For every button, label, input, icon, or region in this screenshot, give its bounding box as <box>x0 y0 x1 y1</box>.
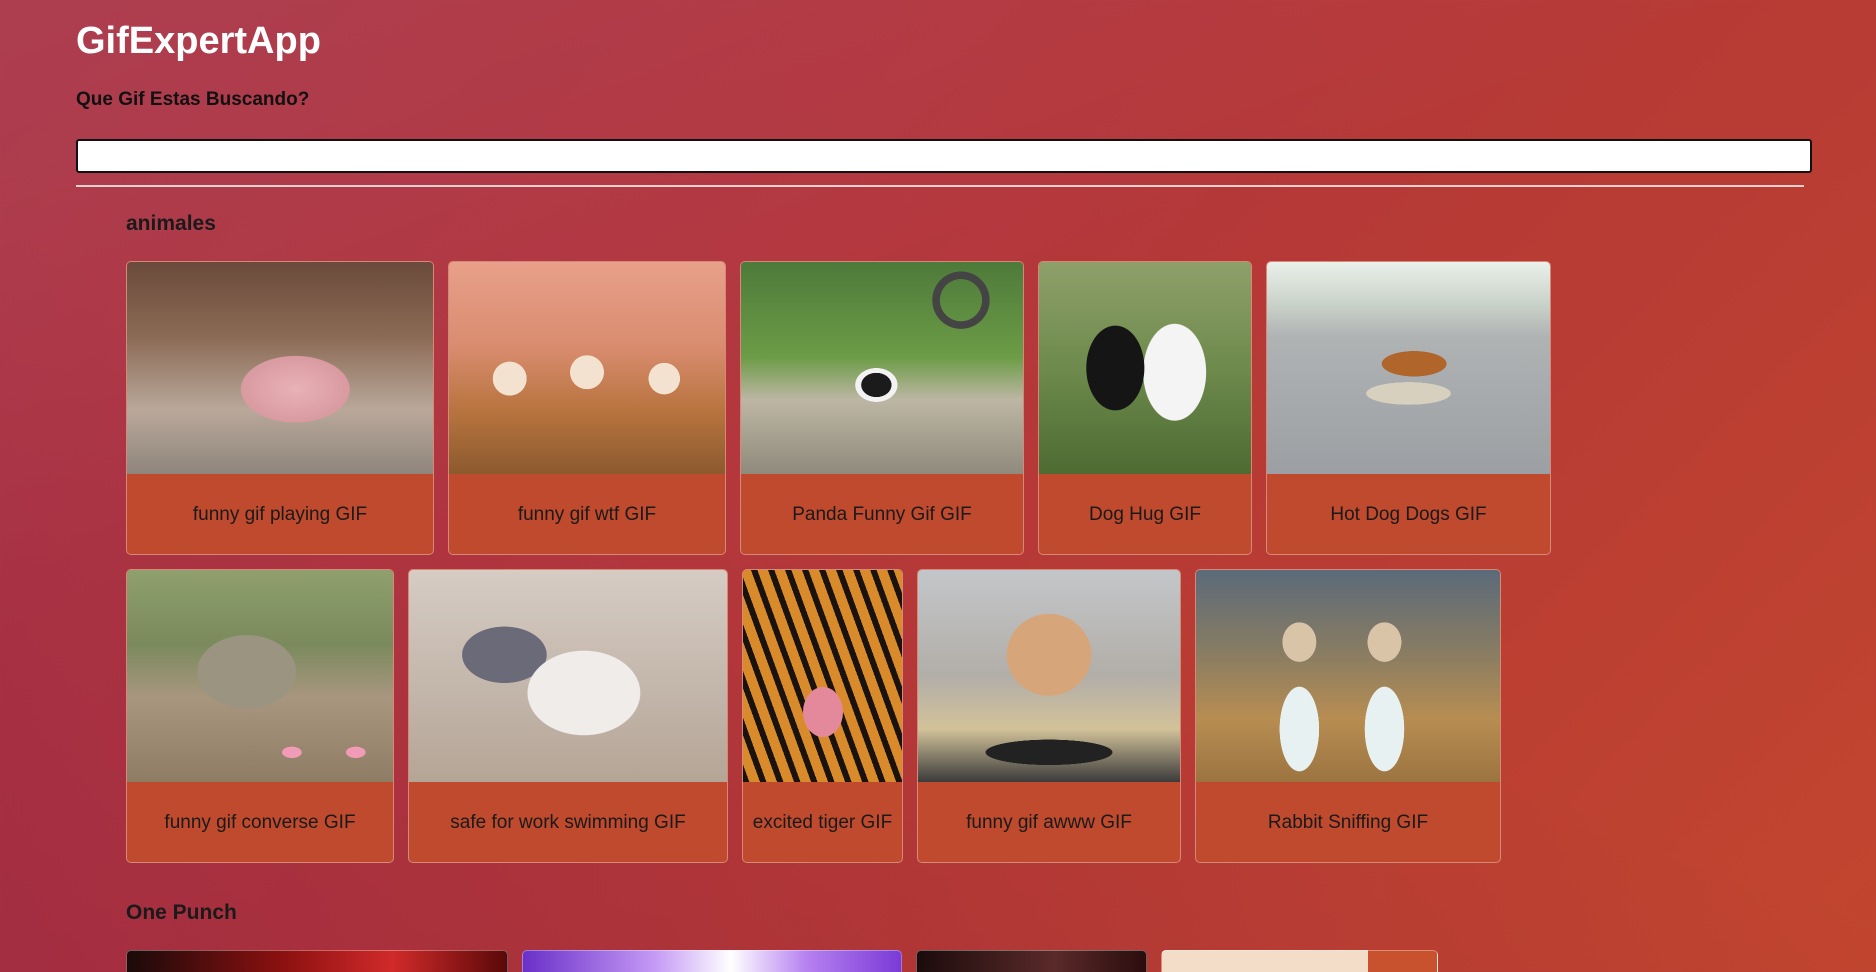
gif-title: Hot Dog Dogs GIF <box>1330 504 1487 525</box>
category-title-animales: animales <box>126 212 216 235</box>
gif-grid-row-2: funny gif converse GIF safe for work swi… <box>126 569 1501 863</box>
gif-card[interactable] <box>522 950 902 972</box>
gif-image <box>1267 262 1550 474</box>
gif-card[interactable]: Rabbit Sniffing GIF <box>1195 569 1501 863</box>
category-title-one-punch: One Punch <box>126 901 237 924</box>
gif-image <box>918 570 1180 782</box>
gif-card[interactable] <box>1161 950 1438 972</box>
gif-image <box>409 570 727 782</box>
gif-image <box>449 262 725 474</box>
divider <box>76 185 1804 187</box>
gif-card[interactable] <box>916 950 1147 972</box>
gif-image <box>1039 262 1251 474</box>
search-input[interactable] <box>76 139 1812 173</box>
gif-card[interactable]: funny gif awww GIF <box>917 569 1181 863</box>
gif-card[interactable]: funny gif playing GIF <box>126 261 434 555</box>
gif-card[interactable] <box>126 950 508 972</box>
gif-title: excited tiger GIF <box>752 812 893 833</box>
gif-card[interactable]: funny gif wtf GIF <box>448 261 726 555</box>
gif-card[interactable]: funny gif converse GIF <box>126 569 394 863</box>
gif-grid-row-3 <box>126 950 1438 972</box>
gif-title: funny gif wtf GIF <box>517 504 657 525</box>
gif-image <box>1196 570 1500 782</box>
gif-title: Rabbit Sniffing GIF <box>1267 812 1429 833</box>
gif-image <box>127 570 393 782</box>
gif-image <box>741 262 1023 474</box>
gif-card[interactable]: Panda Funny Gif GIF <box>740 261 1024 555</box>
gif-grid-row-1: funny gif playing GIF funny gif wtf GIF … <box>126 261 1551 555</box>
gif-card[interactable]: excited tiger GIF <box>742 569 903 863</box>
gif-card[interactable]: safe for work swimming GIF <box>408 569 728 863</box>
gif-title: funny gif awww GIF <box>966 812 1132 833</box>
search-label: Que Gif Estas Buscando? <box>76 89 310 110</box>
gif-image <box>743 570 902 782</box>
gif-title: funny gif playing GIF <box>192 504 368 525</box>
gif-title: Dog Hug GIF <box>1089 504 1201 525</box>
gif-card[interactable]: Hot Dog Dogs GIF <box>1266 261 1551 555</box>
gif-title: Panda Funny Gif GIF <box>792 504 972 525</box>
app-title: GifExpertApp <box>76 20 321 62</box>
gif-title: funny gif converse GIF <box>164 812 356 833</box>
gif-card[interactable]: Dog Hug GIF <box>1038 261 1252 555</box>
gif-title: safe for work swimming GIF <box>450 812 686 833</box>
gif-image <box>127 262 433 474</box>
